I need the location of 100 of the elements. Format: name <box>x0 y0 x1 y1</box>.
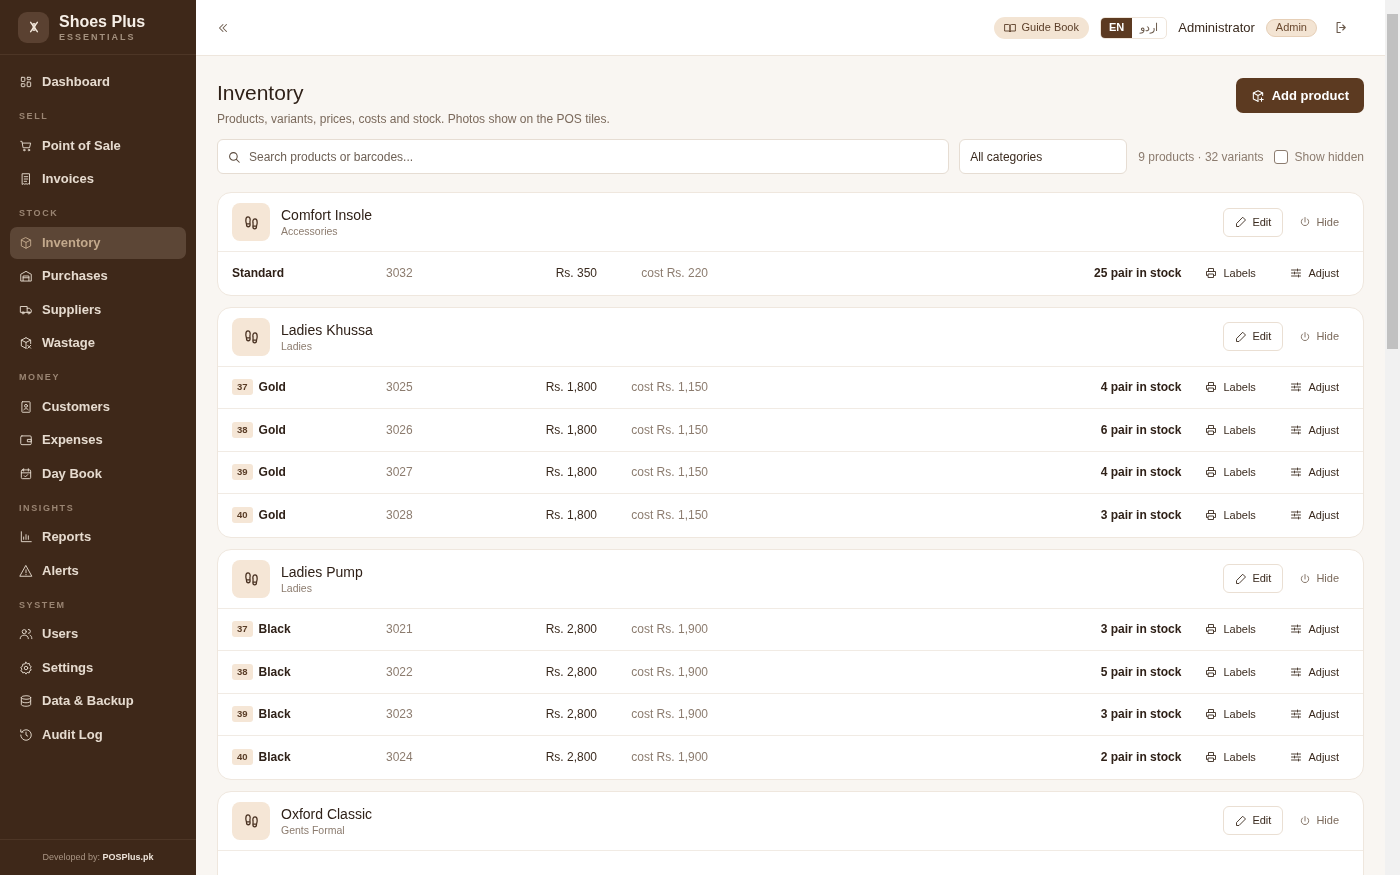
nav-item[interactable]: Expenses <box>10 424 186 456</box>
nav-item[interactable]: Alerts <box>10 554 186 587</box>
nav-item[interactable]: Suppliers <box>10 293 186 326</box>
printer-icon <box>1205 708 1218 721</box>
cost: cost Rs. 1,150 <box>630 421 708 439</box>
nav-item[interactable]: Point of Sale <box>10 129 186 162</box>
cost: cost Rs. 1,900 <box>630 621 708 639</box>
barcode: 3026 <box>386 421 414 439</box>
hide-button[interactable]: Hide <box>1299 213 1339 231</box>
adjust-button[interactable]: Adjust <box>1290 621 1339 638</box>
checkbox[interactable] <box>1273 149 1288 164</box>
scrollbar[interactable] <box>1385 0 1400 875</box>
nav-item[interactable]: Customers <box>10 390 186 423</box>
logout-button[interactable] <box>1334 20 1349 35</box>
nav-item[interactable]: Day Book <box>10 457 186 490</box>
adjust-button[interactable]: Adjust <box>1290 706 1339 723</box>
labels-button[interactable]: Labels <box>1205 265 1272 282</box>
pencil-icon <box>1235 572 1248 585</box>
scrollbar-thumb[interactable] <box>1387 14 1398 349</box>
receipt-icon <box>19 172 33 186</box>
nav-item[interactable]: Dashboard <box>10 66 186 98</box>
developer-credit: Developed by: POSPlus.pk <box>42 850 154 864</box>
printer-icon <box>1205 423 1218 436</box>
printer-icon <box>1205 381 1218 394</box>
variant-name: Gold <box>258 464 286 482</box>
hide-button[interactable]: Hide <box>1299 570 1339 587</box>
adjust-button[interactable]: Adjust <box>1290 379 1339 396</box>
variant-name: Gold <box>258 421 286 439</box>
printer-icon <box>1205 509 1218 522</box>
nav-item[interactable]: Reports <box>10 521 186 553</box>
cost: cost Rs. 1,900 <box>630 706 708 724</box>
labels-button[interactable]: Labels <box>1205 621 1272 638</box>
sliders-icon <box>1290 267 1303 280</box>
category-select[interactable]: All categories <box>959 139 1128 174</box>
labels-button[interactable]: Labels <box>1205 663 1272 680</box>
labels-button[interactable]: Labels <box>1205 749 1272 766</box>
labels-button[interactable]: Labels <box>1205 464 1272 481</box>
size-badge: 39 <box>232 464 253 481</box>
labels-button[interactable]: Labels <box>1205 507 1272 524</box>
nav-item[interactable]: Wastage <box>10 327 186 359</box>
nav-item[interactable]: Inventory <box>10 226 186 259</box>
language-option[interactable]: اردو <box>1132 17 1167 38</box>
printer-icon <box>1205 466 1218 479</box>
footprints-icon <box>242 328 260 345</box>
nav-item[interactable]: Users <box>10 618 186 650</box>
cost: cost Rs. 220 <box>640 265 708 283</box>
price: Rs. 2,800 <box>544 706 597 724</box>
settings-icon <box>19 660 33 675</box>
guide-book-button[interactable]: Guide Book <box>994 16 1089 39</box>
power-icon <box>1299 216 1312 228</box>
nav-item[interactable]: Purchases <box>10 260 186 292</box>
product-name: Comfort Insole <box>281 206 374 224</box>
price: Rs. 2,800 <box>544 663 597 681</box>
hide-button[interactable]: Hide <box>1299 812 1339 829</box>
edit-button[interactable]: Edit <box>1223 806 1284 835</box>
variant-name: Black <box>258 706 291 724</box>
add-product-button[interactable]: Add product <box>1235 78 1364 113</box>
nav-item[interactable]: Settings <box>10 651 186 684</box>
edit-button[interactable]: Edit <box>1223 322 1284 351</box>
show-hidden-checkbox[interactable]: Show hidden <box>1273 147 1364 166</box>
adjust-button[interactable]: Adjust <box>1290 464 1339 481</box>
size-badge: 40 <box>232 749 253 766</box>
sliders-icon <box>1290 423 1303 436</box>
size-badge: 39 <box>232 706 253 723</box>
price: Rs. 1,800 <box>544 421 597 439</box>
cost: cost Rs. 1,900 <box>630 749 708 767</box>
size-badge: 37 <box>232 379 253 396</box>
nav-item[interactable]: Invoices <box>10 163 186 195</box>
search-field[interactable]: Search products or barcodes... <box>217 139 950 174</box>
box-plus-icon <box>1250 88 1265 103</box>
pencil-icon <box>1235 216 1248 228</box>
nav-item[interactable]: Audit Log <box>10 718 186 751</box>
history-icon <box>19 727 33 742</box>
cost: cost Rs. 1,150 <box>630 507 708 525</box>
product-category: Ladies <box>281 580 313 595</box>
stock-count: 5 pair in stock <box>1100 663 1182 681</box>
labels-button[interactable]: Labels <box>1205 379 1272 396</box>
edit-button[interactable]: Edit <box>1223 564 1284 593</box>
barcode: 3023 <box>386 706 414 724</box>
nav-item[interactable]: Data & Backup <box>10 685 186 717</box>
barcode: 3024 <box>386 749 414 767</box>
price: Rs. 1,800 <box>544 507 597 525</box>
stock-count: 3 pair in stock <box>1100 706 1182 724</box>
adjust-button[interactable]: Adjust <box>1290 421 1339 438</box>
labels-button[interactable]: Labels <box>1205 421 1272 438</box>
sliders-icon <box>1290 751 1303 764</box>
edit-button[interactable]: Edit <box>1223 207 1284 237</box>
hide-button[interactable]: Hide <box>1299 328 1339 345</box>
bar-chart-icon <box>19 530 33 544</box>
adjust-button[interactable]: Adjust <box>1290 749 1339 766</box>
cart-icon <box>19 138 33 153</box>
labels-button[interactable]: Labels <box>1205 706 1272 723</box>
adjust-button[interactable]: Adjust <box>1290 507 1339 524</box>
pencil-icon <box>1235 814 1248 827</box>
section-heading: STOCK <box>18 207 60 220</box>
adjust-button[interactable]: Adjust <box>1290 663 1339 680</box>
language-option[interactable]: EN <box>1100 17 1133 38</box>
stock-count: 4 pair in stock <box>1100 464 1182 482</box>
adjust-button[interactable]: Adjust <box>1290 265 1339 282</box>
size-badge: 38 <box>232 421 253 438</box>
